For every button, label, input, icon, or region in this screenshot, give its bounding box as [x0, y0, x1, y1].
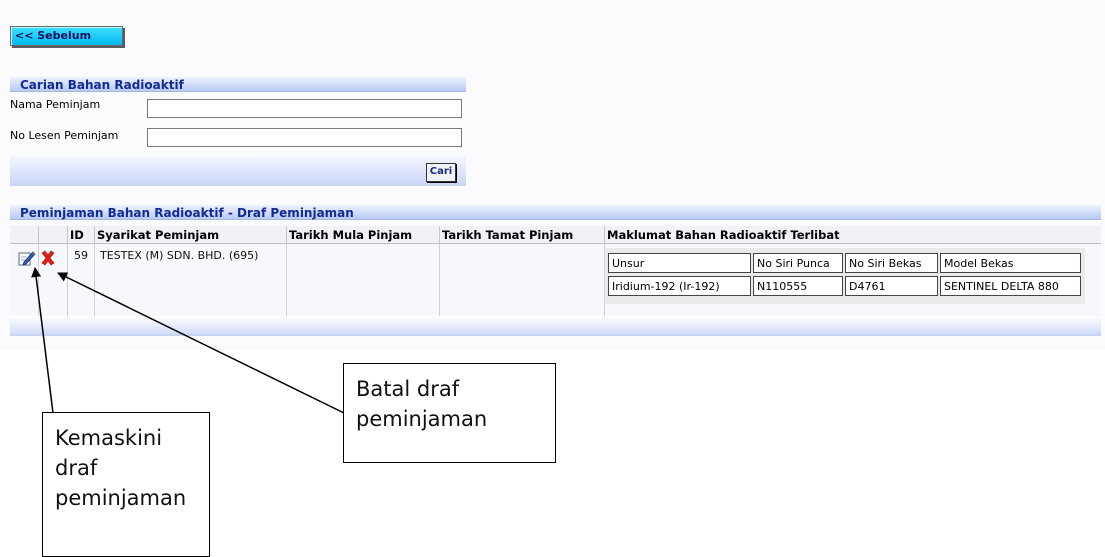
edit-callout-arrow — [31, 267, 54, 414]
edit-draft-callout: Kemaskini draf peminjaman — [42, 412, 210, 557]
cancel-draft-callout: Batal draf peminjaman — [343, 363, 556, 463]
cancel-callout-arrow — [57, 272, 345, 414]
